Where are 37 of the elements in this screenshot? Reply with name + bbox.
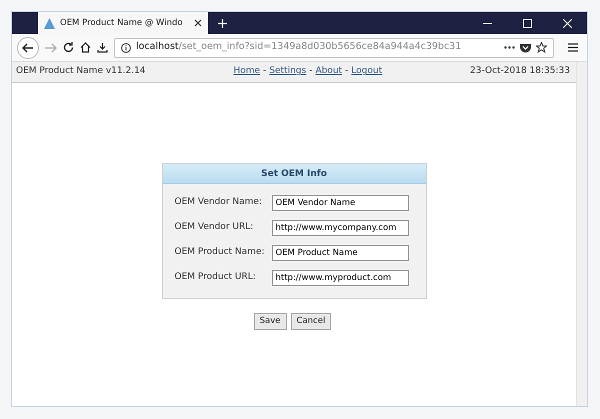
reload-icon[interactable] <box>63 42 74 53</box>
home-icon[interactable] <box>80 42 91 53</box>
browser-tab[interactable]: OEM Product Name @ Windo <box>38 12 208 34</box>
address-bar[interactable]: localhost/set_oem_info?sid=1349a8d030b5656ce84a944a4c39bc31 <box>114 38 554 58</box>
maximize-icon[interactable] <box>522 18 532 28</box>
field-label: OEM Product Name: <box>174 246 266 259</box>
separator: - <box>345 66 348 76</box>
form-button[interactable]: Save <box>254 313 287 330</box>
product-version: OEM Product Name v11.2.14 <box>16 65 146 78</box>
tab-title: OEM Product Name @ Windo <box>60 16 184 30</box>
nav-link[interactable]: Home <box>233 66 260 76</box>
input-field[interactable]: OEM Vendor Name <box>272 194 408 210</box>
field-label: OEM Product URL: <box>174 270 257 284</box>
separator: - <box>309 66 312 76</box>
input-field[interactable]: http://www.myproduct.com <box>272 270 408 286</box>
star-icon[interactable] <box>536 42 547 53</box>
panel-title: Set OEM Info <box>162 164 426 184</box>
nav-link[interactable]: About <box>315 66 342 76</box>
nav-link[interactable]: Logout <box>351 66 382 76</box>
separator: - <box>263 66 266 76</box>
nav-link[interactable]: Settings <box>269 66 306 76</box>
field-label: OEM Vendor URL: <box>174 220 254 234</box>
scrollbar[interactable] <box>576 62 587 406</box>
back-icon[interactable] <box>17 36 39 58</box>
input-field[interactable]: OEM Product Name <box>272 244 408 260</box>
download-icon[interactable] <box>97 42 108 53</box>
input-field[interactable]: http://www.mycompany.com <box>272 220 408 236</box>
info-icon <box>121 42 131 52</box>
more-icon[interactable] <box>504 46 515 49</box>
form-button[interactable]: Cancel <box>290 313 332 330</box>
date-time: 23-Oct-2018 18:35:33 <box>470 65 570 78</box>
pocket-icon[interactable] <box>520 42 531 52</box>
field-label: OEM Vendor Name: <box>174 196 263 209</box>
close-icon[interactable] <box>194 19 202 27</box>
menu-icon[interactable] <box>568 43 578 52</box>
app-icon <box>44 18 55 28</box>
new-tab-icon[interactable] <box>218 19 227 28</box>
